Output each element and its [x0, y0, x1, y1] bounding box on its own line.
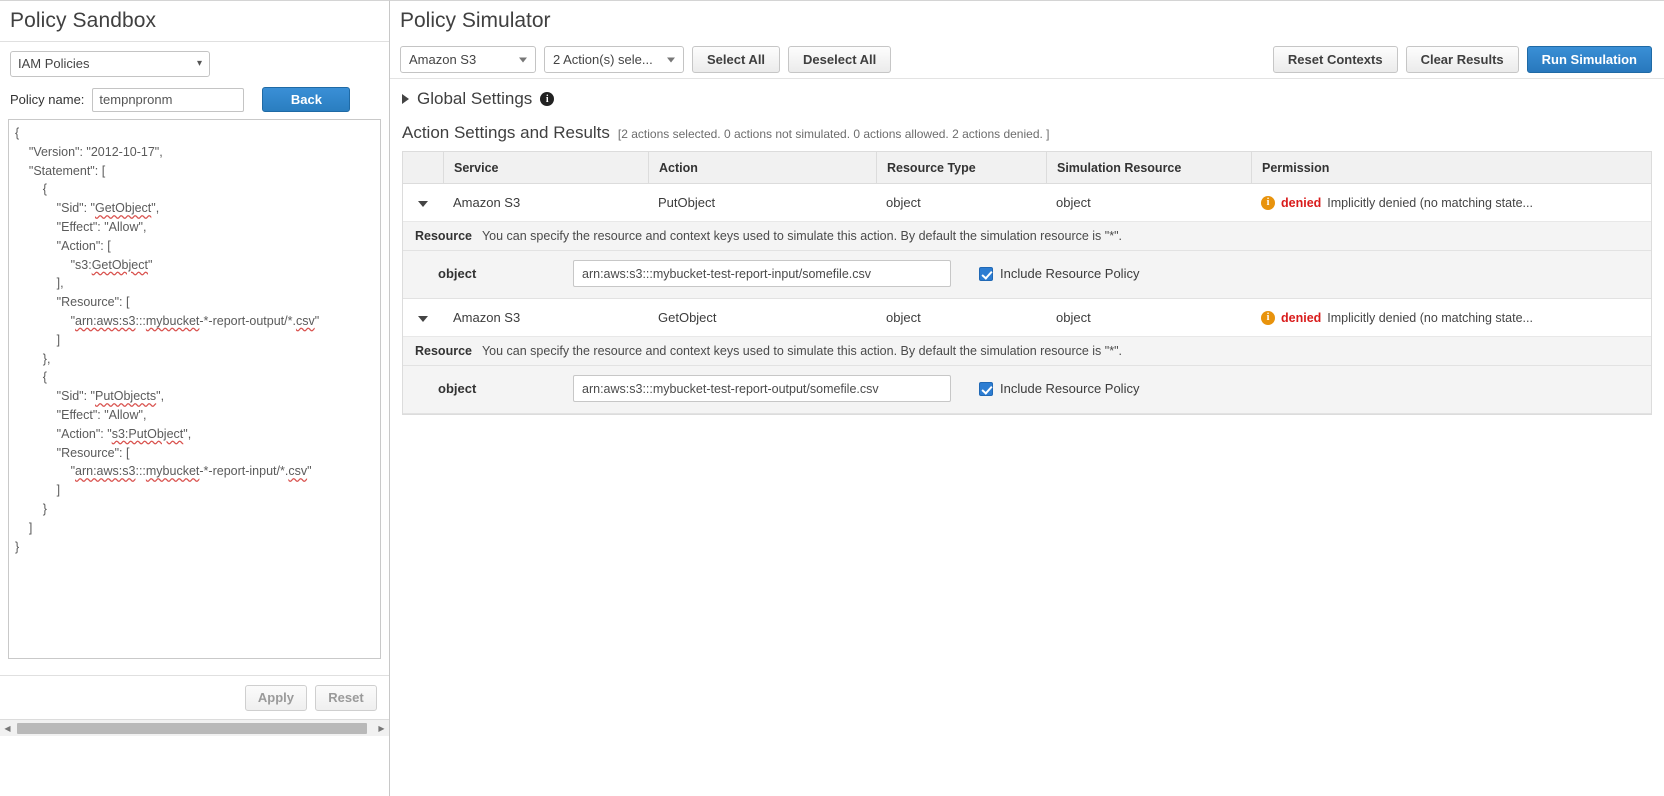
global-settings-label: Global Settings: [417, 89, 533, 108]
action-select-value: 2 Action(s) sele...: [553, 52, 653, 67]
resource-input-row: object Include Resource Policy: [403, 251, 1651, 298]
column-resource-type: Resource Type: [876, 151, 1046, 184]
permission-message: Implicitly denied (no matching state...: [1327, 195, 1533, 210]
resource-label: Resource: [415, 344, 472, 358]
triangle-down-icon: [418, 201, 428, 207]
cell-resource-type: object: [886, 195, 921, 210]
resource-panel: Resource You can specify the resource an…: [403, 337, 1651, 414]
cell-service: Amazon S3: [453, 195, 521, 210]
include-resource-policy-label: Include Resource Policy: [1000, 266, 1140, 281]
cell-simulation-resource: object: [1056, 195, 1091, 210]
cell-simulation-resource: object: [1056, 310, 1091, 325]
policy-name-label: Policy name:: [10, 92, 85, 107]
apply-button[interactable]: Apply: [244, 684, 307, 711]
column-simulation-resource: Simulation Resource: [1046, 151, 1251, 184]
cell-service: Amazon S3: [453, 310, 521, 325]
page-title: Policy Simulator: [400, 9, 551, 32]
resource-key-label: object: [438, 266, 477, 281]
checkbox-checked-icon[interactable]: [979, 381, 993, 396]
column-permission: Permission: [1251, 151, 1651, 184]
row-expand-toggle[interactable]: [403, 310, 443, 325]
service-select[interactable]: Amazon S3: [400, 46, 536, 73]
triangle-down-icon: [418, 316, 428, 322]
reset-contexts-button[interactable]: Reset Contexts: [1272, 46, 1398, 73]
resource-description: You can specify the resource and context…: [481, 344, 1122, 358]
status-badge: denied: [1281, 310, 1322, 325]
include-resource-policy-checkbox[interactable]: Include Resource Policy: [979, 381, 1139, 396]
status-badge: denied: [1281, 195, 1322, 210]
resource-label: Resource: [415, 229, 472, 243]
resource-description-row: Resource You can specify the resource an…: [403, 337, 1651, 366]
policy-simulator-app: Policy Sandbox IAM Policies ▾ Policy nam…: [0, 0, 1664, 796]
table-header-row: Service Action Resource Type Simulation …: [403, 151, 1651, 184]
reset-button[interactable]: Reset: [315, 684, 377, 711]
info-icon[interactable]: i: [1261, 310, 1275, 325]
run-simulation-button[interactable]: Run Simulation: [1526, 46, 1652, 73]
back-button[interactable]: Back: [262, 87, 351, 112]
chevron-down-icon: [667, 57, 675, 62]
policy-sandbox-footer: Apply Reset: [0, 675, 389, 719]
resource-input-row: object Include Resource Policy: [403, 366, 1651, 413]
policy-source-row: IAM Policies ▾: [0, 42, 389, 85]
global-settings-toggle[interactable]: Global Settings i: [390, 79, 1664, 117]
cell-permission: i denied Implicitly denied (no matching …: [1251, 310, 1651, 325]
chevron-down-icon: ▾: [196, 58, 202, 69]
scroll-left-arrow-icon[interactable]: ◀: [0, 721, 15, 736]
row-expand-toggle[interactable]: [403, 195, 443, 210]
resource-key-label: object: [438, 381, 477, 396]
table-row[interactable]: Amazon S3 GetObject object object i deni…: [403, 299, 1651, 337]
policy-json-text: { "Version": "2012-10-17", "Statement": …: [15, 126, 320, 554]
action-settings-summary: [2 actions selected. 0 actions not simul…: [617, 127, 1050, 141]
triangle-right-icon: [402, 94, 409, 104]
service-select-value: Amazon S3: [409, 52, 477, 67]
select-all-button[interactable]: Select All: [692, 46, 781, 73]
column-action: Action: [648, 151, 876, 184]
clear-results-button[interactable]: Clear Results: [1405, 46, 1519, 73]
include-resource-policy-checkbox[interactable]: Include Resource Policy: [979, 266, 1139, 281]
cell-action: PutObject: [658, 195, 716, 210]
resource-description-row: Resource You can specify the resource an…: [403, 222, 1651, 251]
policy-source-select[interactable]: IAM Policies ▾: [10, 51, 210, 77]
table-row[interactable]: Amazon S3 PutObject object object i deni…: [403, 184, 1651, 222]
resource-arn-input[interactable]: [573, 375, 951, 402]
action-settings-header: Action Settings and Results [2 actions s…: [390, 117, 1664, 151]
policy-simulator-panel: Policy Simulator Amazon S3 2 Action(s) s…: [390, 0, 1664, 796]
include-resource-policy-label: Include Resource Policy: [1000, 381, 1140, 396]
resource-arn-input[interactable]: [573, 260, 951, 287]
action-settings-title: Action Settings and Results: [402, 123, 610, 142]
cell-action: GetObject: [658, 310, 717, 325]
chevron-down-icon: [519, 57, 527, 62]
scroll-right-arrow-icon[interactable]: ▶: [374, 721, 389, 736]
info-icon[interactable]: i: [1261, 195, 1275, 210]
simulator-toolbar: Amazon S3 2 Action(s) sele... Select All…: [390, 41, 1664, 79]
info-icon[interactable]: i: [540, 92, 555, 106]
policy-sandbox-panel: Policy Sandbox IAM Policies ▾ Policy nam…: [0, 0, 390, 796]
policy-simulator-header: Policy Simulator: [390, 1, 1664, 41]
checkbox-checked-icon[interactable]: [979, 266, 993, 281]
column-service: Service: [443, 151, 648, 184]
resource-description: You can specify the resource and context…: [481, 229, 1122, 243]
policy-source-select-value: IAM Policies: [18, 56, 90, 71]
policy-name-row: Policy name: Back: [0, 85, 389, 114]
resource-panel: Resource You can specify the resource an…: [403, 222, 1651, 299]
permission-message: Implicitly denied (no matching state...: [1327, 310, 1533, 325]
policy-sandbox-title: Policy Sandbox: [10, 9, 157, 32]
deselect-all-button[interactable]: Deselect All: [788, 46, 892, 73]
scrollbar-thumb[interactable]: [17, 723, 367, 734]
horizontal-scrollbar[interactable]: ◀ ▶: [0, 719, 389, 736]
cell-resource-type: object: [886, 310, 921, 325]
policy-name-input[interactable]: [92, 87, 245, 112]
policy-sandbox-header: Policy Sandbox: [0, 1, 389, 42]
cell-permission: i denied Implicitly denied (no matching …: [1251, 195, 1651, 210]
results-table: Service Action Resource Type Simulation …: [402, 151, 1652, 415]
policy-json-editor[interactable]: { "Version": "2012-10-17", "Statement": …: [8, 119, 381, 659]
action-select[interactable]: 2 Action(s) sele...: [544, 46, 684, 73]
